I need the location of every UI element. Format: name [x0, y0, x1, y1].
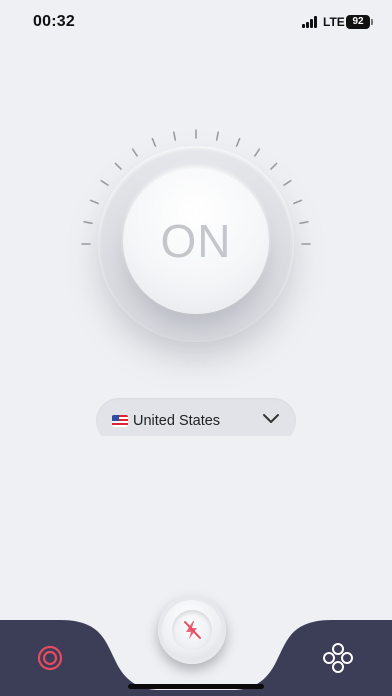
connection-state-label: ON [160, 215, 232, 267]
dial-tick [215, 131, 219, 141]
dial-tick [114, 162, 122, 170]
network-type: LTE [323, 15, 345, 29]
speed-boost-icon [184, 621, 201, 639]
dial-tick [270, 162, 278, 170]
dial-tick [151, 137, 157, 147]
battery-icon: 92 [346, 15, 370, 29]
battery-tip [371, 19, 373, 25]
dial-tick [299, 221, 309, 225]
dial-tick [254, 148, 261, 157]
dial-tick [100, 179, 109, 186]
status-bar: 00:32 LTE 92 [0, 0, 392, 44]
dial-tick [131, 148, 138, 157]
target-icon[interactable] [32, 640, 68, 676]
selected-country: United States [133, 413, 221, 429]
speed-boost-button[interactable] [158, 596, 226, 664]
us-flag-icon [112, 415, 128, 427]
status-time: 00:32 [33, 13, 75, 30]
dial-tick [283, 179, 292, 186]
chevron-down-icon [263, 414, 279, 423]
home-indicator [128, 684, 264, 689]
signal-icon [302, 16, 320, 28]
dial-tick [235, 137, 241, 147]
connect-toggle-button[interactable]: ON [123, 168, 269, 314]
connection-dial: ON [0, 100, 392, 370]
dial-tick [83, 221, 93, 225]
dial-tick [89, 199, 99, 205]
speed-boost-inner [172, 610, 212, 650]
servers-icon[interactable] [321, 641, 355, 675]
country-selector[interactable]: United States [96, 398, 296, 444]
dial-tick [293, 199, 303, 205]
dial-tick [173, 131, 177, 141]
